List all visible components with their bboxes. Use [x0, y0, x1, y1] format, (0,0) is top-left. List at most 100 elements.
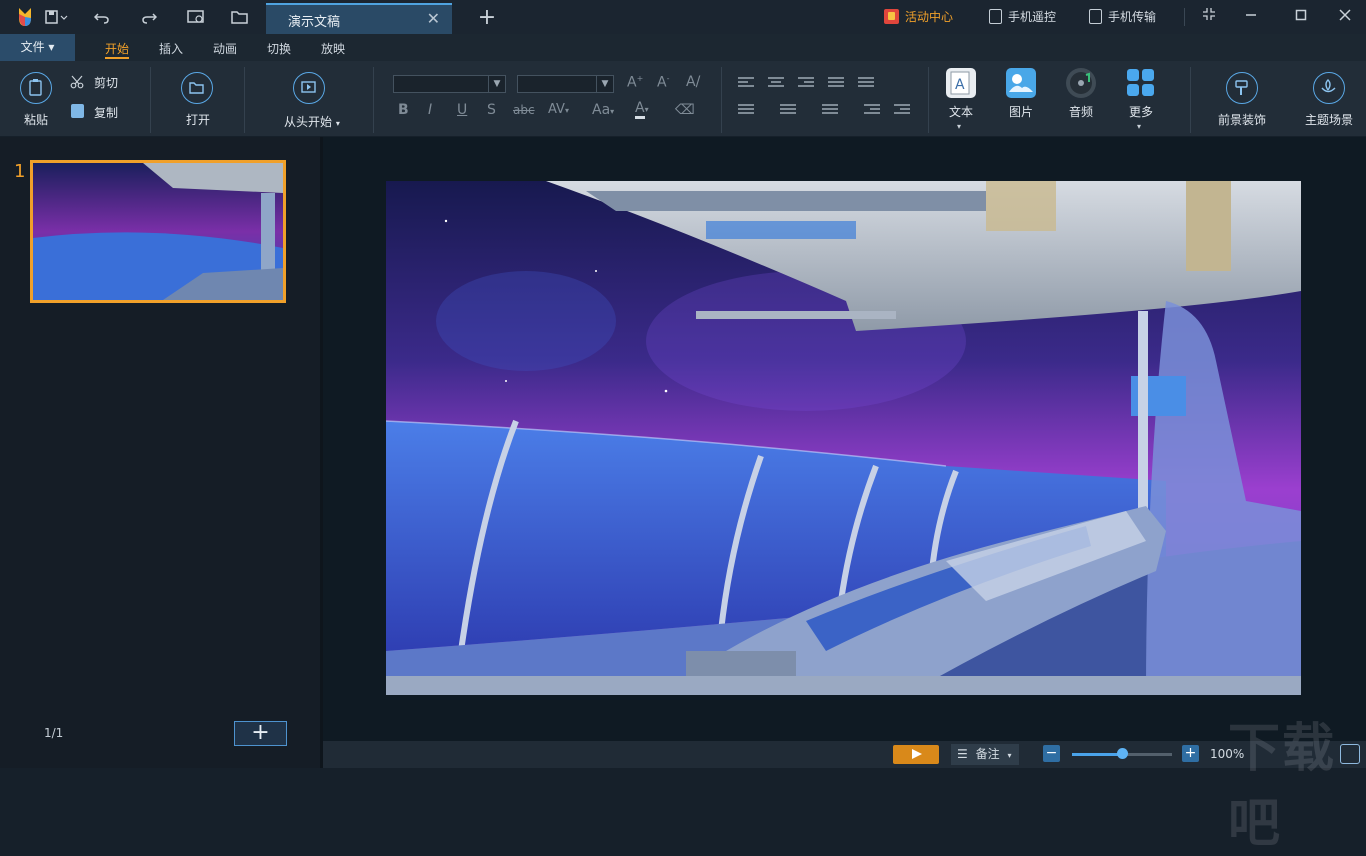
minimize-icon[interactable] — [1240, 6, 1262, 28]
zoom-in-button[interactable]: + — [1182, 745, 1199, 762]
zoom-out-button[interactable]: − — [1043, 745, 1060, 762]
grow-font-icon[interactable]: A+ — [627, 74, 643, 91]
play-slideshow-button[interactable] — [893, 745, 939, 764]
phone-transfer-button[interactable]: 手机传输 — [1089, 8, 1156, 25]
tab-transition[interactable]: 切换 — [267, 40, 291, 57]
insert-text-button[interactable]: 文本 — [949, 103, 973, 120]
paste-button[interactable] — [20, 72, 52, 104]
zoom-slider-handle[interactable] — [1117, 748, 1128, 759]
eraser-icon[interactable]: ⌫ — [675, 102, 695, 118]
new-tab-button[interactable]: + — [476, 5, 498, 30]
tab-home[interactable]: 开始 — [105, 40, 130, 59]
close-window-icon[interactable] — [1334, 6, 1356, 28]
grid-more-icon[interactable] — [1127, 69, 1155, 97]
paste-label: 粘贴 — [24, 113, 49, 127]
tab-insert[interactable]: 插入 — [159, 40, 183, 57]
image-icon[interactable] — [1006, 68, 1036, 98]
title-bar: 演示文稿 ✕ + 活动中心 手机遥控 手机传输 — [0, 0, 1366, 34]
shrink-font-icon[interactable]: A- — [657, 74, 669, 91]
maximize-icon[interactable] — [1290, 6, 1312, 28]
cut-button[interactable]: 剪切 — [94, 74, 118, 91]
scissors-icon[interactable] — [70, 74, 84, 89]
italic-button[interactable]: I — [428, 102, 432, 118]
zoom-slider-fill — [1072, 753, 1122, 756]
divider — [244, 67, 245, 133]
audio-icon[interactable] — [1066, 68, 1096, 98]
more-button[interactable]: 更多 — [1129, 103, 1153, 120]
align-center-icon[interactable] — [768, 77, 784, 89]
decrease-indent-icon[interactable] — [864, 104, 880, 116]
font-size-select[interactable]: ▼ — [517, 75, 614, 93]
watermark-logo: 下载吧 — [1228, 719, 1337, 854]
divider — [150, 67, 151, 133]
open-button[interactable] — [181, 72, 213, 104]
slide-panel: 1 1/1 + — [0, 137, 320, 768]
page-count: 1/1 — [44, 726, 64, 740]
phone-remote-label: 手机遥控 — [1008, 10, 1057, 24]
play-from-start-label: 从头开始 ▾ — [284, 115, 340, 129]
tab-document[interactable]: 演示文稿 ✕ — [266, 3, 452, 34]
chevron-down-icon: ▾ — [1137, 122, 1142, 131]
tab-animation[interactable]: 动画 — [213, 40, 237, 57]
present-icon[interactable] — [185, 6, 207, 28]
open-folder-icon[interactable] — [229, 6, 251, 28]
undo-icon[interactable] — [91, 6, 113, 28]
chevron-down-icon: ▼ — [488, 76, 505, 92]
phone-remote-button[interactable]: 手机遥控 — [989, 8, 1056, 25]
char-spacing-button[interactable]: AV▾ — [548, 102, 569, 117]
file-menu-button[interactable]: 文件 ▾ — [0, 34, 75, 61]
gift-icon — [884, 9, 899, 24]
chevron-down-icon: ▾ — [957, 122, 962, 131]
insert-image-button[interactable]: 图片 — [1009, 103, 1033, 120]
change-case-button[interactable]: Aa▾ — [592, 102, 614, 118]
bullet-list-icon[interactable] — [738, 104, 754, 116]
divider — [928, 67, 929, 133]
close-tab-icon[interactable]: ✕ — [427, 9, 440, 28]
activity-center-button[interactable]: 活动中心 — [884, 8, 953, 25]
theme-scene-label: 主题场景 — [1305, 113, 1354, 127]
align-right-icon[interactable] — [798, 77, 814, 89]
foreground-decor-label: 前景装饰 — [1218, 113, 1267, 127]
foreground-decor-button[interactable] — [1226, 72, 1258, 104]
slide-thumbnail[interactable] — [30, 160, 286, 303]
copy-icon[interactable] — [71, 104, 84, 118]
clear-format-icon[interactable]: A/ — [686, 74, 700, 90]
bold-button[interactable]: B — [398, 102, 409, 118]
divider — [1190, 67, 1191, 133]
chevron-down-icon: ▼ — [596, 76, 613, 92]
underline-button[interactable]: U — [457, 102, 467, 118]
redo-icon[interactable] — [138, 6, 160, 28]
font-family-select[interactable]: ▼ — [393, 75, 506, 93]
notes-button[interactable]: ☰ 备注 ▾ — [951, 744, 1019, 765]
slide-thumbnail-image — [33, 163, 283, 300]
shadow-button[interactable]: S — [487, 102, 496, 118]
font-color-button[interactable]: A▾ — [635, 100, 649, 119]
line-spacing-icon[interactable] — [822, 104, 838, 116]
notes-icon: ☰ — [957, 747, 968, 761]
open-label: 打开 — [186, 113, 211, 127]
slide-number: 1 — [14, 161, 26, 182]
strikethrough-button[interactable]: abc — [513, 103, 535, 117]
phone-transfer-icon — [1089, 9, 1102, 24]
svg-text:A: A — [955, 77, 965, 93]
distribute-icon[interactable] — [858, 77, 874, 89]
app-logo-icon — [14, 6, 36, 28]
add-slide-button[interactable]: + — [234, 721, 287, 746]
save-icon[interactable] — [42, 6, 70, 28]
phone-transfer-label: 手机传输 — [1108, 10, 1157, 24]
divider — [721, 67, 722, 133]
insert-audio-button[interactable]: 音频 — [1069, 103, 1093, 120]
text-icon[interactable]: A — [946, 68, 976, 98]
tab-slideshow[interactable]: 放映 — [321, 40, 345, 57]
copy-button[interactable]: 复制 — [94, 104, 118, 121]
numbered-list-icon[interactable] — [780, 104, 796, 116]
increase-indent-icon[interactable] — [894, 104, 910, 116]
slide-canvas[interactable] — [386, 181, 1301, 695]
play-from-start-button[interactable] — [293, 72, 325, 104]
theme-scene-button[interactable] — [1313, 72, 1345, 104]
compact-mode-icon[interactable] — [1198, 6, 1220, 28]
canvas-area — [323, 137, 1366, 741]
align-left-icon[interactable] — [738, 77, 754, 89]
tab-document-label: 演示文稿 — [288, 15, 341, 30]
justify-icon[interactable] — [828, 77, 844, 89]
